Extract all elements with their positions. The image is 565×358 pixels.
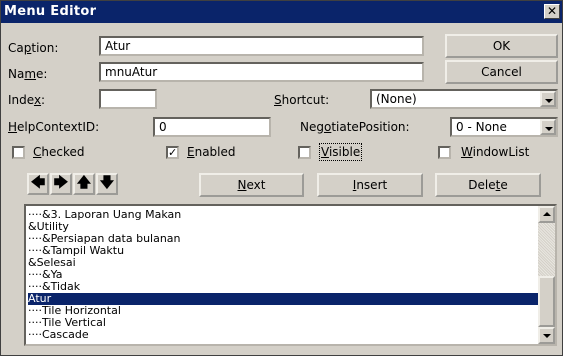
checked-checkbox[interactable]: [12, 146, 25, 159]
visible-label: Visible: [318, 143, 363, 161]
negotiateposition-dropdown-icon[interactable]: [540, 119, 556, 135]
helpcontextid-input[interactable]: 0: [153, 117, 271, 137]
list-scrollbar[interactable]: [538, 206, 555, 344]
menu-editor-window: Menu Editor ✕ Caption: Atur OK Name: mnu…: [0, 0, 563, 356]
title-bar[interactable]: Menu Editor ✕: [1, 1, 562, 23]
shortcut-label: Shortcut:: [274, 93, 330, 107]
delete-button[interactable]: Delete: [435, 173, 541, 197]
list-item[interactable]: ····Tile Vertical: [28, 317, 538, 329]
list-item[interactable]: ····&3. Laporan Uang Makan: [28, 209, 538, 221]
cancel-button[interactable]: Cancel: [445, 60, 558, 84]
ok-button[interactable]: OK: [445, 34, 558, 58]
scroll-up-icon[interactable]: [538, 206, 555, 223]
helpcontextid-label: HelpContextID:: [8, 120, 100, 134]
enabled-checkbox[interactable]: ✓: [166, 146, 179, 159]
list-item[interactable]: ····Cascade: [28, 329, 538, 341]
caption-label: Caption:: [8, 41, 59, 55]
negotiateposition-value: 0 - None: [456, 120, 507, 134]
visible-checkbox[interactable]: [298, 146, 311, 159]
move-down-button[interactable]: 🡇: [96, 173, 118, 195]
name-label: Name:: [8, 67, 48, 81]
negotiateposition-label: NegotiatePosition:: [300, 120, 410, 134]
list-item[interactable]: ····&Tampil Waktu: [28, 245, 538, 257]
menu-items-list[interactable]: ····&3. Laporan Uang Makan &Utility ····&P…: [24, 204, 557, 346]
list-item[interactable]: &Selesai: [28, 257, 538, 269]
next-button[interactable]: Next: [199, 173, 304, 197]
negotiateposition-select[interactable]: 0 - None: [450, 117, 558, 137]
shortcut-select[interactable]: (None): [370, 89, 558, 109]
arrow-down-icon: 🡇: [99, 175, 115, 191]
shortcut-dropdown-icon[interactable]: [540, 91, 556, 107]
caption-input[interactable]: Atur: [99, 36, 424, 56]
close-button[interactable]: ✕: [544, 4, 560, 19]
move-up-button[interactable]: 🡅: [73, 173, 95, 195]
index-input[interactable]: [99, 89, 157, 109]
move-right-button[interactable]: 🡆: [50, 173, 72, 195]
shortcut-value: (None): [376, 92, 417, 106]
windowlist-checkbox[interactable]: [438, 146, 451, 159]
scroll-thumb[interactable]: [538, 276, 555, 327]
scroll-down-icon[interactable]: [538, 327, 555, 344]
window-title: Menu Editor: [4, 4, 97, 19]
insert-button[interactable]: Insert: [317, 173, 423, 197]
name-input[interactable]: mnuAtur: [99, 62, 424, 82]
arrow-right-icon: 🡆: [53, 175, 69, 191]
index-label: Index:: [8, 93, 46, 107]
enabled-label: Enabled: [187, 145, 236, 159]
list-item[interactable]: ····&Tidak: [28, 281, 538, 293]
move-left-button[interactable]: 🡄: [27, 173, 49, 195]
arrow-up-icon: 🡅: [76, 175, 92, 191]
checked-label: Checked: [33, 145, 85, 159]
windowlist-label: WindowList: [461, 145, 530, 159]
arrow-left-icon: 🡄: [30, 175, 46, 191]
list-item[interactable]: ····&Ya: [28, 269, 538, 281]
